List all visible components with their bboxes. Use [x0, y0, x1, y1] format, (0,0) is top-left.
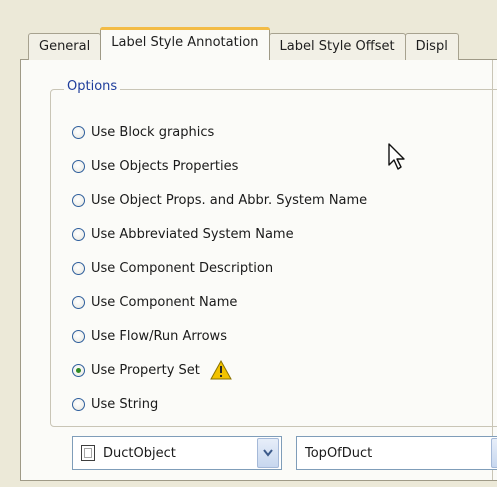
- chevron-down-icon: [263, 449, 273, 457]
- radio-button-checked[interactable]: [72, 363, 85, 377]
- option-label: Use Flow/Run Arrows: [91, 328, 227, 344]
- property-set-select[interactable]: DuctObject: [72, 436, 282, 470]
- options-list: Use Block graphics Use Objects Propertie…: [72, 115, 367, 421]
- option-use-property-set[interactable]: Use Property Set: [72, 353, 367, 387]
- option-label: Use Abbreviated System Name: [91, 226, 294, 242]
- tab-general[interactable]: General: [28, 33, 102, 60]
- radio-button[interactable]: [72, 159, 85, 173]
- radio-button[interactable]: [72, 125, 85, 139]
- option-use-objects-properties[interactable]: Use Objects Properties: [72, 149, 367, 183]
- dropdown-button[interactable]: [491, 438, 497, 468]
- tab-label: General: [39, 39, 91, 54]
- tab-display[interactable]: Displ: [404, 33, 459, 60]
- dropdown-button[interactable]: [257, 438, 279, 468]
- radio-button[interactable]: [72, 193, 85, 207]
- option-use-string[interactable]: Use String: [72, 387, 367, 421]
- option-use-flow-run-arrows[interactable]: Use Flow/Run Arrows: [72, 319, 367, 353]
- select-value: TopOfDuct: [305, 445, 373, 461]
- option-use-component-name[interactable]: Use Component Name: [72, 285, 367, 319]
- radio-button[interactable]: [72, 261, 85, 275]
- tab-strip: General Label Style Annotation Label Sty…: [28, 27, 459, 60]
- radio-button[interactable]: [72, 227, 85, 241]
- option-use-abbreviated-system-name[interactable]: Use Abbreviated System Name: [72, 217, 367, 251]
- select-value: DuctObject: [103, 445, 176, 461]
- mouse-cursor-icon: [388, 143, 405, 170]
- option-label: Use Object Props. and Abbr. System Name: [91, 192, 368, 208]
- property-set-icon: [81, 445, 95, 461]
- option-use-component-description[interactable]: Use Component Description: [72, 251, 367, 285]
- property-select[interactable]: TopOfDuct: [296, 436, 497, 470]
- warning-icon: [210, 360, 232, 380]
- tab-label-style-offset[interactable]: Label Style Offset: [268, 33, 406, 60]
- property-selectors: DuctObject TopOfDuct: [72, 436, 497, 470]
- tab-label: Displ: [415, 39, 448, 54]
- tab-label: Label Style Annotation: [111, 35, 259, 50]
- option-use-block-graphics[interactable]: Use Block graphics: [72, 115, 367, 149]
- option-label: Use Component Description: [91, 260, 274, 276]
- radio-button[interactable]: [72, 295, 85, 309]
- option-label: Use Property Set: [91, 362, 200, 378]
- option-label: Use String: [91, 396, 159, 412]
- tab-label: Label Style Offset: [279, 39, 395, 54]
- tab-label-style-annotation[interactable]: Label Style Annotation: [100, 27, 270, 60]
- options-group-title: Options: [64, 79, 121, 94]
- option-label: Use Objects Properties: [91, 158, 239, 174]
- option-label: Use Component Name: [91, 294, 238, 310]
- option-use-object-props-and-abbr-system-name[interactable]: Use Object Props. and Abbr. System Name: [72, 183, 367, 217]
- radio-button[interactable]: [72, 329, 85, 343]
- radio-button[interactable]: [72, 397, 85, 411]
- option-label: Use Block graphics: [91, 124, 215, 140]
